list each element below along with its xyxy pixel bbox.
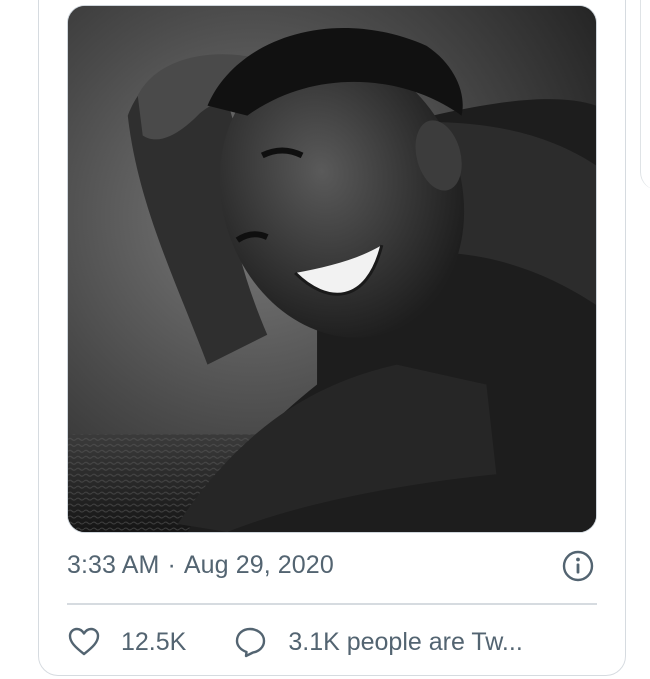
portrait-photo-illustration bbox=[68, 6, 596, 532]
tweet-photo[interactable] bbox=[67, 5, 597, 533]
speech-bubble-icon bbox=[236, 627, 266, 658]
info-button[interactable] bbox=[562, 550, 594, 582]
like-count: 12.5K bbox=[121, 627, 187, 656]
reply-label: 3.1K people are Tw... bbox=[288, 627, 523, 656]
tweet-timestamp[interactable]: 3:33 AM · Aug 29, 2020 bbox=[67, 551, 334, 580]
meta-separator: · bbox=[167, 551, 176, 579]
like-button[interactable]: 12.5K bbox=[67, 625, 234, 659]
heart-icon bbox=[68, 627, 100, 656]
tweet-date: Aug 29, 2020 bbox=[183, 551, 334, 579]
info-icon bbox=[562, 550, 594, 582]
reply-button[interactable]: 3.1K people are Tw... bbox=[234, 625, 523, 659]
tweet-actions: 12.5K 3.1K people are Tw... bbox=[67, 622, 523, 662]
divider bbox=[67, 603, 597, 605]
adjacent-card-edge bbox=[640, 0, 650, 190]
tweet-time: 3:33 AM bbox=[67, 551, 160, 579]
